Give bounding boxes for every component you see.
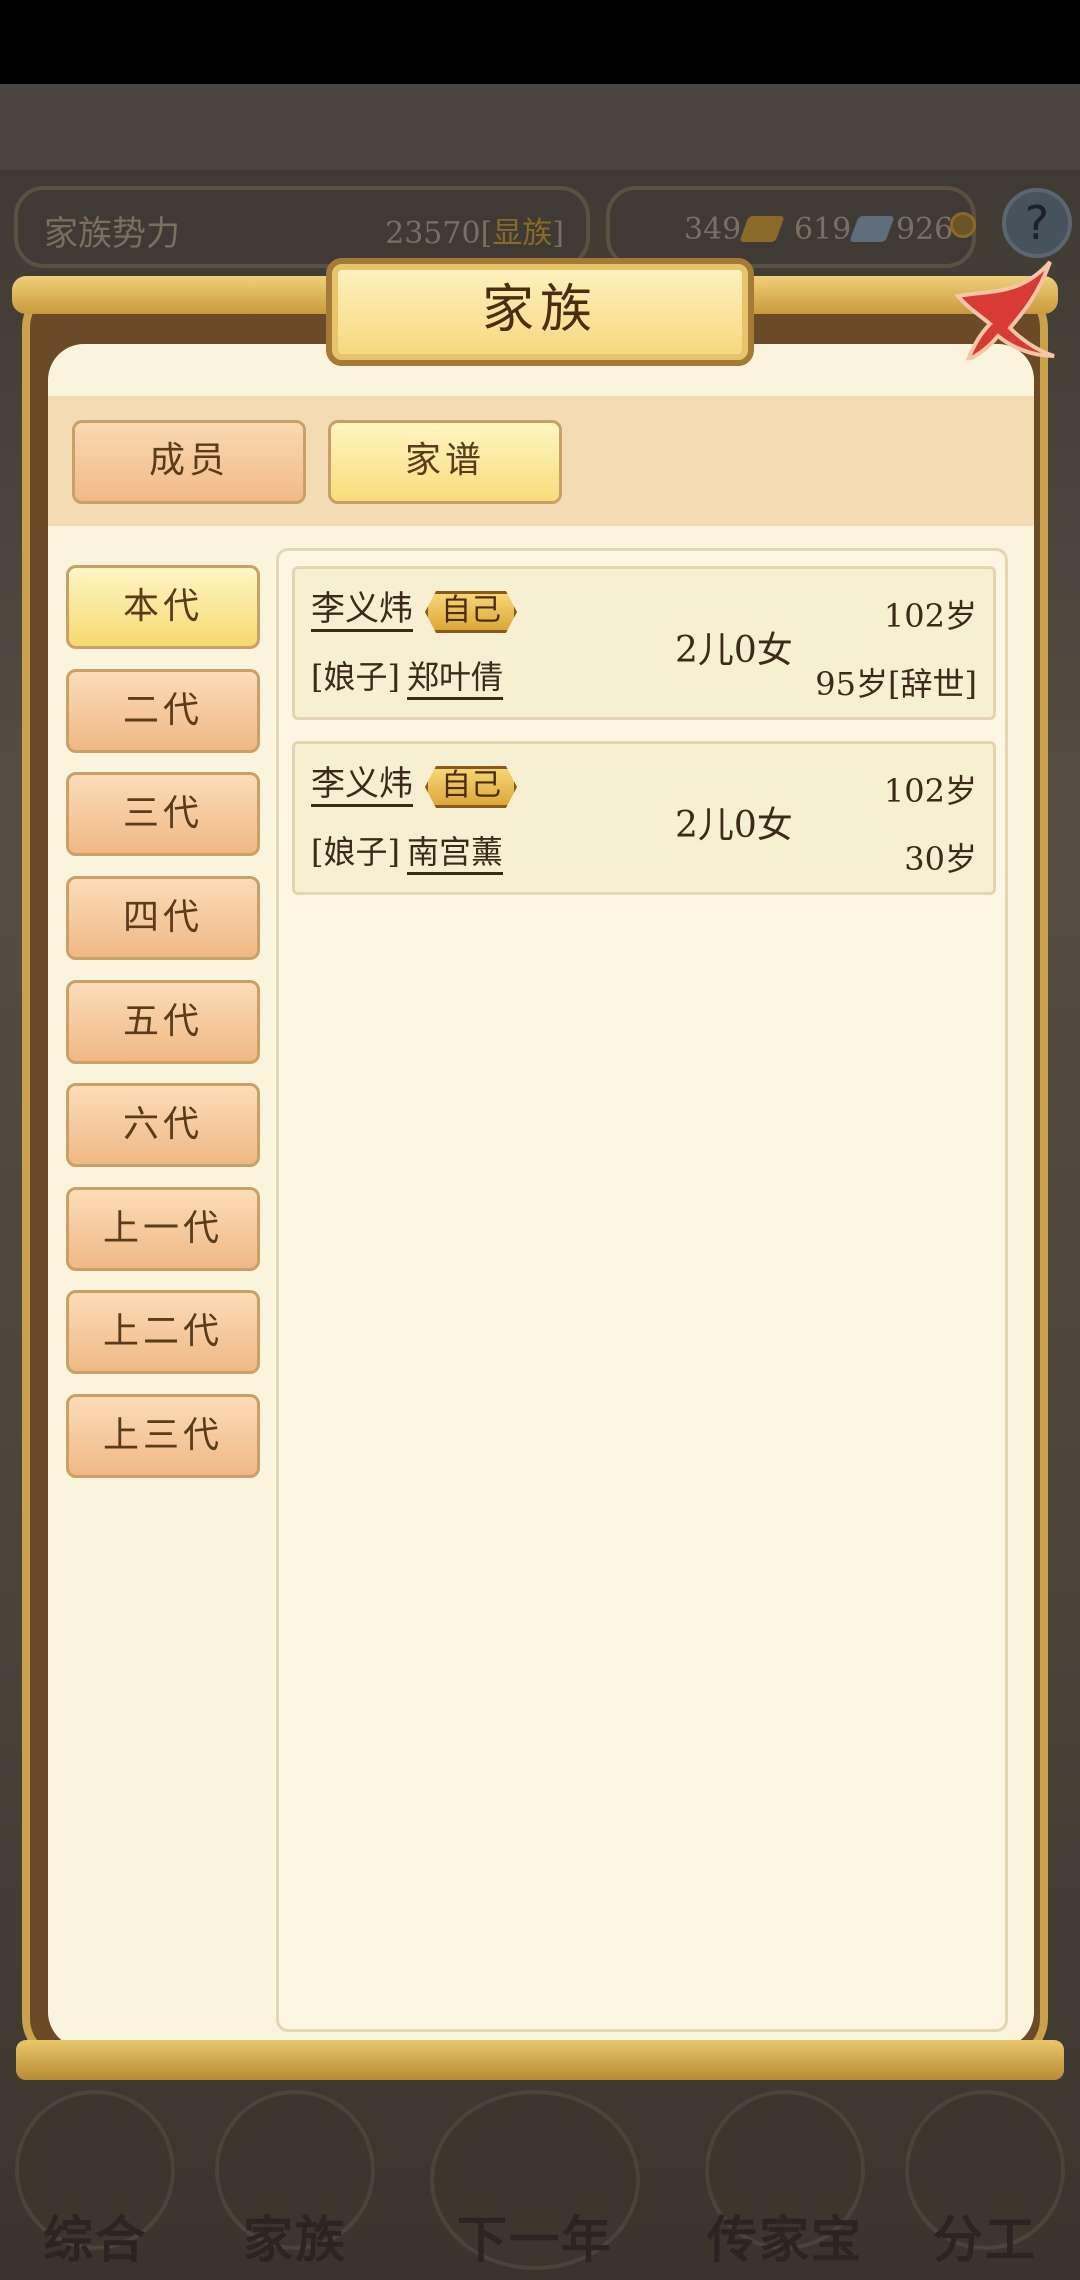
self-badge: 自己 <box>425 591 517 633</box>
gold-amount: 349 <box>684 212 742 247</box>
nav-next-year[interactable]: 下一年 <box>430 2090 640 2280</box>
clan-power-label: 家族势力 <box>44 214 180 254</box>
self-badge: 自己 <box>425 766 517 808</box>
clan-power-value: 23570 <box>385 216 481 251</box>
spouse-name[interactable]: 南宫薰 <box>407 832 504 875</box>
tab-genealogy[interactable]: 家谱 <box>328 420 562 504</box>
help-button[interactable]: ? <box>1002 188 1072 258</box>
nav-clan[interactable]: 家族 <box>200 2090 390 2280</box>
coin-icon <box>950 212 976 238</box>
gen-2[interactable]: 二代 <box>66 669 260 753</box>
coin-amount: 926 <box>896 212 954 247</box>
member-name[interactable]: 李义炜 <box>311 764 413 807</box>
nav-heirloom[interactable]: 传家宝 <box>690 2090 880 2280</box>
gen-4[interactable]: 四代 <box>66 876 260 960</box>
gen-prev-1[interactable]: 上一代 <box>66 1187 260 1271</box>
silver-amount: 619 <box>794 212 852 247</box>
gen-prev-3[interactable]: 上三代 <box>66 1394 260 1478</box>
spouse-tag: [娘子] <box>311 658 400 696</box>
clan-power-value-group: 23570[显族] <box>385 208 564 252</box>
gen-label: 上一代 <box>102 1208 223 1249</box>
spouse-age: 95岁[辞世] <box>815 665 977 703</box>
gen-label: 本代 <box>122 586 203 627</box>
help-icon: ? <box>1024 196 1050 250</box>
top-spacer <box>0 84 1080 170</box>
clan-rank-close: ] <box>552 216 564 251</box>
gen-label: 六代 <box>122 1104 203 1145</box>
spouse-age: 30岁 <box>904 840 977 878</box>
gen-3[interactable]: 三代 <box>66 772 260 856</box>
nav-assign-label: 分工 <box>933 2210 1037 2269</box>
currency-panel: 349 619 926 <box>606 186 976 268</box>
tab-genealogy-label: 家谱 <box>404 440 485 481</box>
family-record[interactable]: 李义炜 自己 [娘子] 郑叶倩 2儿0女 102岁 95岁[辞世] <box>292 566 996 720</box>
clan-rank: 显族 <box>492 216 553 251</box>
gen-label: 三代 <box>122 793 203 834</box>
gen-6[interactable]: 六代 <box>66 1083 260 1167</box>
gen-label: 上二代 <box>102 1311 223 1352</box>
gen-label: 二代 <box>122 690 203 731</box>
gen-label: 四代 <box>122 897 203 938</box>
gen-current[interactable]: 本代 <box>66 565 260 649</box>
nav-general[interactable]: 综合 <box>0 2090 190 2280</box>
clan-power-panel: 家族势力 23570[显族] <box>14 186 590 268</box>
gen-5[interactable]: 五代 <box>66 980 260 1064</box>
silver-ingot-icon <box>849 216 895 242</box>
nav-assign[interactable]: 分工 <box>890 2090 1080 2280</box>
family-record[interactable]: 李义炜 自己 [娘子] 南宫薰 2儿0女 102岁 30岁 <box>292 741 996 895</box>
nav-general-label: 综合 <box>43 2210 147 2269</box>
children-count: 2儿0女 <box>675 805 793 846</box>
gen-label: 上三代 <box>102 1415 223 1456</box>
gen-label: 五代 <box>122 1001 203 1042</box>
member-age: 102岁 <box>883 772 977 810</box>
dialog-title: 家族 <box>326 258 754 366</box>
nav-heirloom-label: 传家宝 <box>707 2210 863 2269</box>
gen-prev-2[interactable]: 上二代 <box>66 1290 260 1374</box>
nav-next-year-label: 下一年 <box>457 2210 613 2269</box>
bottom-nav: 综合 家族 下一年 传家宝 分工 <box>0 2090 1080 2280</box>
member-name[interactable]: 李义炜 <box>311 589 413 632</box>
clan-rank-open: [ <box>480 216 493 251</box>
tab-members[interactable]: 成员 <box>72 420 306 504</box>
gold-ingot-icon <box>739 216 785 242</box>
member-age: 102岁 <box>883 597 977 635</box>
nav-clan-label: 家族 <box>243 2210 347 2269</box>
close-icon[interactable] <box>950 256 1060 360</box>
spouse-tag: [娘子] <box>311 833 400 871</box>
dialog-footer-bar <box>16 2040 1064 2080</box>
status-bar <box>0 0 1080 84</box>
spouse-name[interactable]: 郑叶倩 <box>407 657 504 700</box>
tab-members-label: 成员 <box>148 440 229 481</box>
children-count: 2儿0女 <box>675 630 793 671</box>
